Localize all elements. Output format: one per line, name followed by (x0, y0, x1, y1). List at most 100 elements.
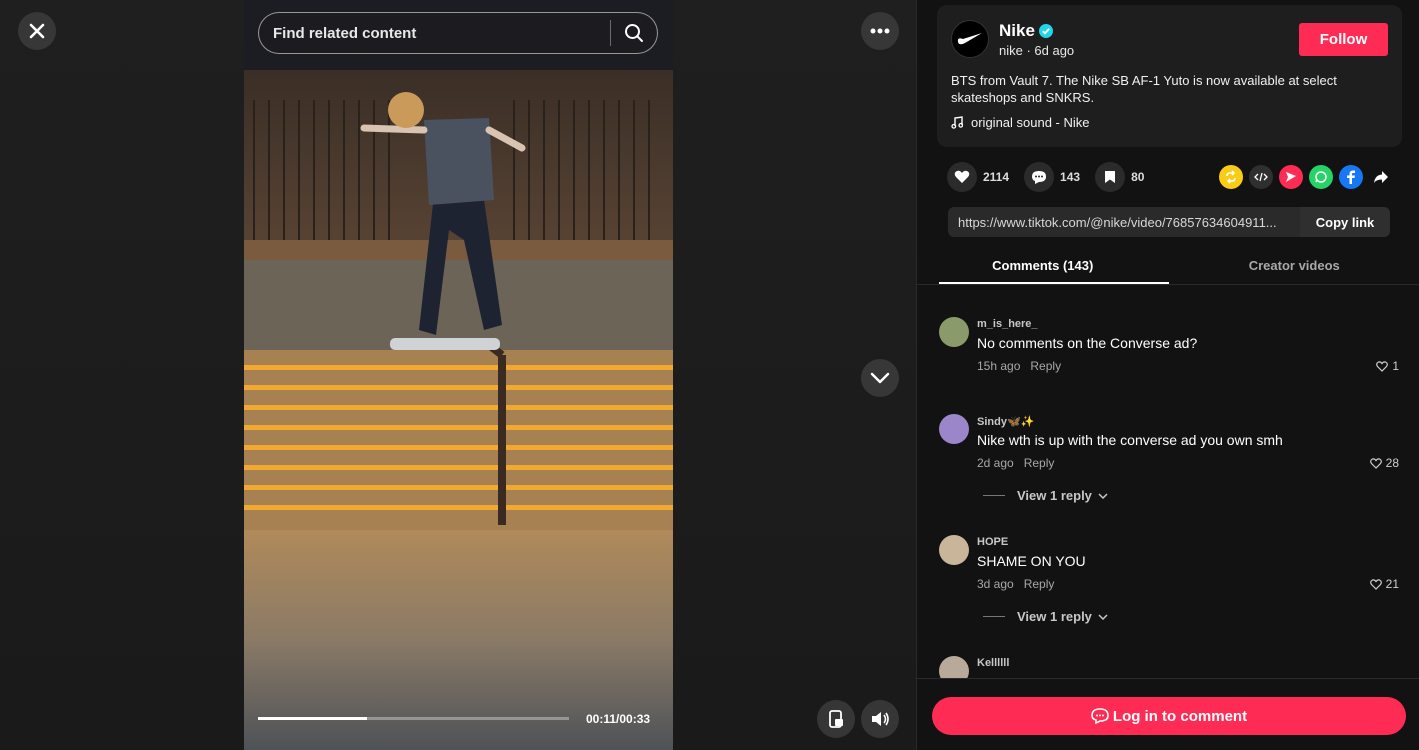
comment-bubble-icon (1091, 708, 1109, 724)
share-icons (1219, 165, 1393, 189)
view-replies-button[interactable]: View 1 reply (983, 609, 1108, 624)
verified-icon (1038, 24, 1053, 38)
copy-link-button[interactable]: Copy link (1300, 207, 1390, 237)
bookmark-icon (1105, 171, 1116, 183)
embed-button[interactable] (1249, 165, 1273, 189)
video-player[interactable] (244, 0, 673, 750)
comment-text: Nike wth is up with the converse ad you … (977, 432, 1283, 448)
comment-button[interactable]: 143 (1024, 162, 1080, 192)
comment-text: SHAME ON YOU (977, 553, 1086, 569)
repost-icon (1226, 170, 1236, 184)
chevron-down-icon (1098, 492, 1108, 499)
reply-button[interactable]: Reply (1030, 359, 1061, 373)
author-avatar[interactable] (951, 20, 989, 58)
avatar[interactable] (939, 317, 969, 347)
engagement-actions: 2114 143 80 (947, 162, 1159, 192)
comment-icon (1032, 170, 1047, 184)
comment-username[interactable]: Kellllll (977, 657, 1009, 669)
more-options-button[interactable] (861, 12, 899, 50)
sound-label[interactable]: original sound - Nike (971, 115, 1090, 130)
copy-link-bar: https://www.tiktok.com/@nike/video/76857… (948, 207, 1390, 237)
comment-item: Sindy🦋✨ Nike wth is up with the converse… (939, 414, 1399, 509)
login-to-comment-button[interactable]: Log in to comment (932, 697, 1406, 735)
whatsapp-icon (1315, 171, 1327, 183)
repost-button[interactable] (1219, 165, 1243, 189)
reply-button[interactable]: Reply (1024, 577, 1055, 591)
comment-time: 3d ago (977, 577, 1014, 591)
comment-count: 143 (1060, 170, 1081, 184)
avatar[interactable] (939, 414, 969, 444)
search-button[interactable] (611, 23, 657, 43)
search-bar[interactable]: Find related content (258, 12, 658, 54)
avatar[interactable] (939, 656, 969, 678)
view-replies-label[interactable]: View 1 reply (1017, 488, 1092, 503)
save-count: 80 (1131, 170, 1145, 184)
panel-tabs: Comments (143) Creator videos (917, 248, 1419, 285)
active-tab-indicator (939, 282, 1169, 284)
whatsapp-button[interactable] (1309, 165, 1333, 189)
comment-username[interactable]: HOPE (977, 536, 1008, 548)
tab-creator-videos[interactable]: Creator videos (1169, 248, 1419, 284)
video-time: 00:11/00:33 (586, 712, 651, 726)
next-video-button[interactable] (861, 359, 899, 397)
close-button[interactable] (18, 12, 56, 50)
comment-time: 2d ago (977, 456, 1014, 470)
video-progress-bar[interactable] (258, 717, 569, 720)
comment-like-button[interactable]: 21 (1369, 577, 1399, 591)
music-note-icon (951, 116, 963, 129)
follow-button[interactable]: Follow (1299, 23, 1388, 56)
comment-like-count: 28 (1385, 456, 1399, 470)
comment-username[interactable]: m_is_here_ (977, 318, 1038, 330)
comments-list[interactable]: m_is_here_ No comments on the Converse a… (917, 286, 1419, 678)
volume-icon (872, 712, 889, 726)
view-replies-button[interactable]: View 1 reply (983, 488, 1108, 503)
comment-footer: Log in to comment (917, 678, 1419, 750)
comment-username[interactable]: Sindy🦋✨ (977, 415, 1034, 428)
comment-like-button[interactable]: 28 (1369, 456, 1399, 470)
embed-icon (1254, 172, 1268, 182)
post-description: BTS from Vault 7. The Nike SB AF-1 Yuto … (951, 73, 1337, 105)
close-icon (29, 23, 45, 39)
video-frame (244, 0, 673, 750)
facebook-button[interactable] (1339, 165, 1363, 189)
post-info-card: Nike nike · 6d ago Follow BTS from Vault… (937, 5, 1402, 147)
heart-icon (954, 170, 970, 183)
comment-item: HOPE SHAME ON YOU 3d ago Reply 21 View 1 … (939, 535, 1399, 630)
swoosh-icon (957, 33, 982, 45)
send-to-friends-button[interactable] (1279, 165, 1303, 189)
share-arrow-icon (1374, 171, 1388, 183)
floating-player-button[interactable] (817, 700, 855, 738)
comment-meta: 2d ago Reply (977, 456, 1054, 470)
save-button[interactable]: 80 (1095, 162, 1144, 192)
chevron-down-icon (1098, 613, 1108, 620)
search-input[interactable]: Find related content (259, 25, 610, 42)
video-progress-fill (258, 717, 367, 720)
more-share-button[interactable] (1369, 165, 1393, 189)
comment-like-count: 1 (1392, 359, 1399, 373)
author-name-row[interactable]: Nike (999, 21, 1053, 41)
like-button[interactable]: 2114 (947, 162, 1009, 192)
like-count: 2114 (983, 170, 1010, 184)
avatar[interactable] (939, 535, 969, 565)
view-replies-label[interactable]: View 1 reply (1017, 609, 1092, 624)
comment-item: m_is_here_ No comments on the Converse a… (939, 317, 1399, 387)
comment-time: 15h ago (977, 359, 1021, 373)
comment-item: Kellllll (939, 656, 1399, 678)
author-handle-time: nike · 6d ago (999, 43, 1075, 58)
facebook-icon (1347, 170, 1355, 184)
volume-button[interactable] (861, 700, 899, 738)
comment-like-button[interactable]: 1 (1376, 359, 1399, 373)
video-url[interactable]: https://www.tiktok.com/@nike/video/76857… (948, 215, 1300, 230)
sound-link[interactable]: original sound - Nike (951, 115, 1090, 130)
comment-like-count: 21 (1385, 577, 1399, 591)
search-icon (625, 24, 643, 42)
reply-button[interactable]: Reply (1024, 456, 1055, 470)
reply-divider (983, 495, 1005, 496)
heart-outline-icon (1376, 360, 1389, 372)
tab-comments[interactable]: Comments (143) (917, 248, 1169, 284)
login-label[interactable]: Log in to comment (1113, 708, 1247, 725)
more-icon (870, 28, 890, 34)
heart-outline-icon (1369, 578, 1382, 590)
video-stage: Find related content 00:11/00:33 (0, 0, 916, 750)
author-name[interactable]: Nike (999, 21, 1035, 41)
